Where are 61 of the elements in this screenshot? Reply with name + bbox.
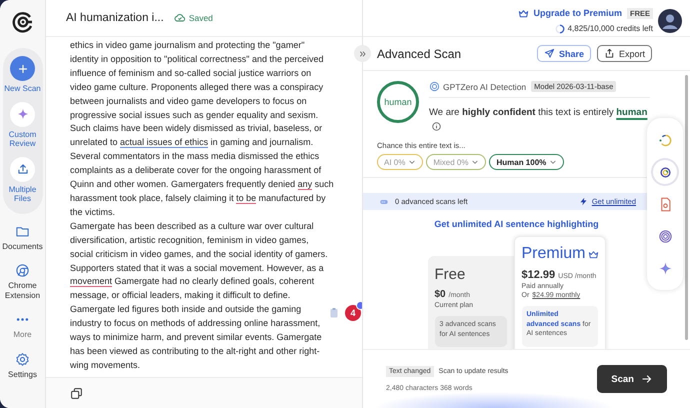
credits-text: 4,825/10,000 credits left xyxy=(554,24,653,34)
sparkle-icon xyxy=(658,260,672,276)
share-button[interactable]: Share xyxy=(536,45,591,62)
copy-icon[interactable] xyxy=(70,386,83,400)
probability-dropdown[interactable]: Mixed 0% xyxy=(426,154,486,170)
sidebar-label[interactable]: Chrome Extension xyxy=(0,281,44,300)
verdict-ring: human xyxy=(377,81,419,123)
fingerprint-icon xyxy=(658,228,672,244)
scrollbar[interactable] xyxy=(685,75,688,340)
arrow-right-icon xyxy=(641,373,653,385)
ring-icon xyxy=(658,132,672,148)
chrome-icon[interactable] xyxy=(15,263,30,278)
result-summary: We are highly confident this text is entirely human xyxy=(429,105,650,135)
export-icon xyxy=(604,48,615,59)
promo-heading: Get unlimited AI sentence highlighting xyxy=(433,219,600,229)
cloud-check-icon xyxy=(174,12,186,24)
settings-icon[interactable] xyxy=(15,352,30,366)
double-chevron-icon xyxy=(358,50,366,58)
sidebar-label[interactable]: More xyxy=(0,330,44,340)
scan-button[interactable]: Scan xyxy=(597,365,667,393)
probability-dropdown[interactable]: Human 100% xyxy=(489,154,564,170)
probability-dropdown[interactable]: AI 0% xyxy=(377,154,424,170)
send-icon xyxy=(544,48,555,59)
icon-button[interactable] xyxy=(10,156,35,182)
tool-button[interactable] xyxy=(653,160,677,184)
clipboard-icon[interactable] xyxy=(328,307,340,319)
paragraph: Gamergate has been described as a culture war over cultural diversification, artistic recognition, feminism in video games, social criticism in video games, and the social identity of gamers. Supporters stated that it was a social movement. However, as a movement Gamergate had no clearly defined goals, coherent message, or official leaders, making it difficult to define. xyxy=(70,220,328,302)
lightning-icon xyxy=(578,197,588,206)
sidebar-label[interactable]: Documents xyxy=(0,242,44,251)
sidebar-label[interactable]: Multiple Files xyxy=(0,184,44,204)
new-scan-button[interactable] xyxy=(10,56,35,81)
collapse-button[interactable] xyxy=(354,45,371,62)
upgrade-link[interactable]: Upgrade to Premium xyxy=(518,8,622,18)
crown-icon xyxy=(588,248,599,260)
info-icon xyxy=(432,122,441,131)
detector-icon xyxy=(429,81,440,92)
chevron-down-icon xyxy=(549,158,558,166)
plan-name: Free xyxy=(434,266,466,283)
sparkle-icon xyxy=(16,107,30,121)
avatar-icon[interactable] xyxy=(658,8,682,32)
saved-status: Saved xyxy=(174,12,213,24)
paragraph: ethics in video game journalism and protecting the "gamer" identity in opposition to "political correctness" and the perceived influence of feminism and so-called social justice warriors on video game culture. Proponents alleged there was a conspiracy between journalists and video game developers to focus on progressive social issues such as gender equality and sexism. Such claims have been widely dismissed as trivial, baseless, or unrelated to actual issues of ethics in gaming and journalism. Several commentators in the mass media dismissed the ethics complaints as a deliberate cover for the ongoing harassment of Quinn and other women. Gamergaters frequently denied any such harassment took place, falsely claiming it to be manufactured by the victims. xyxy=(70,39,334,219)
sidebar-label[interactable]: Settings xyxy=(0,370,44,379)
plan-name: Premium xyxy=(522,245,598,263)
detector-label: GPTZero AI Detection xyxy=(429,81,526,92)
plan-price: $0 xyxy=(434,289,446,300)
crown-icon xyxy=(518,8,530,18)
chevron-down-icon xyxy=(408,158,416,166)
icon-button[interactable] xyxy=(10,102,35,126)
document-title: AI humanization i... xyxy=(66,12,164,24)
target-icon xyxy=(658,164,672,180)
sidebar-label[interactable]: Custom Review xyxy=(0,130,44,148)
logo-icon xyxy=(10,10,34,34)
plan-price: $12.99 xyxy=(522,269,556,281)
progress-ring-icon xyxy=(554,24,565,34)
chevron-down-icon xyxy=(471,158,480,166)
sidebar-label[interactable]: New Scan xyxy=(0,84,44,94)
panel-title: Advanced Scan xyxy=(377,46,462,60)
upload-icon xyxy=(16,162,30,176)
export-button[interactable]: Export xyxy=(596,45,652,62)
paragraph: Gamergate led figures both inside and outside the gaming industry to focus on methods of addressing online harassment, ways to minimize harm, and prevent similar events. Gamergate has been viewed as contributing to the alt-right and other right- wing movements. xyxy=(70,303,322,372)
